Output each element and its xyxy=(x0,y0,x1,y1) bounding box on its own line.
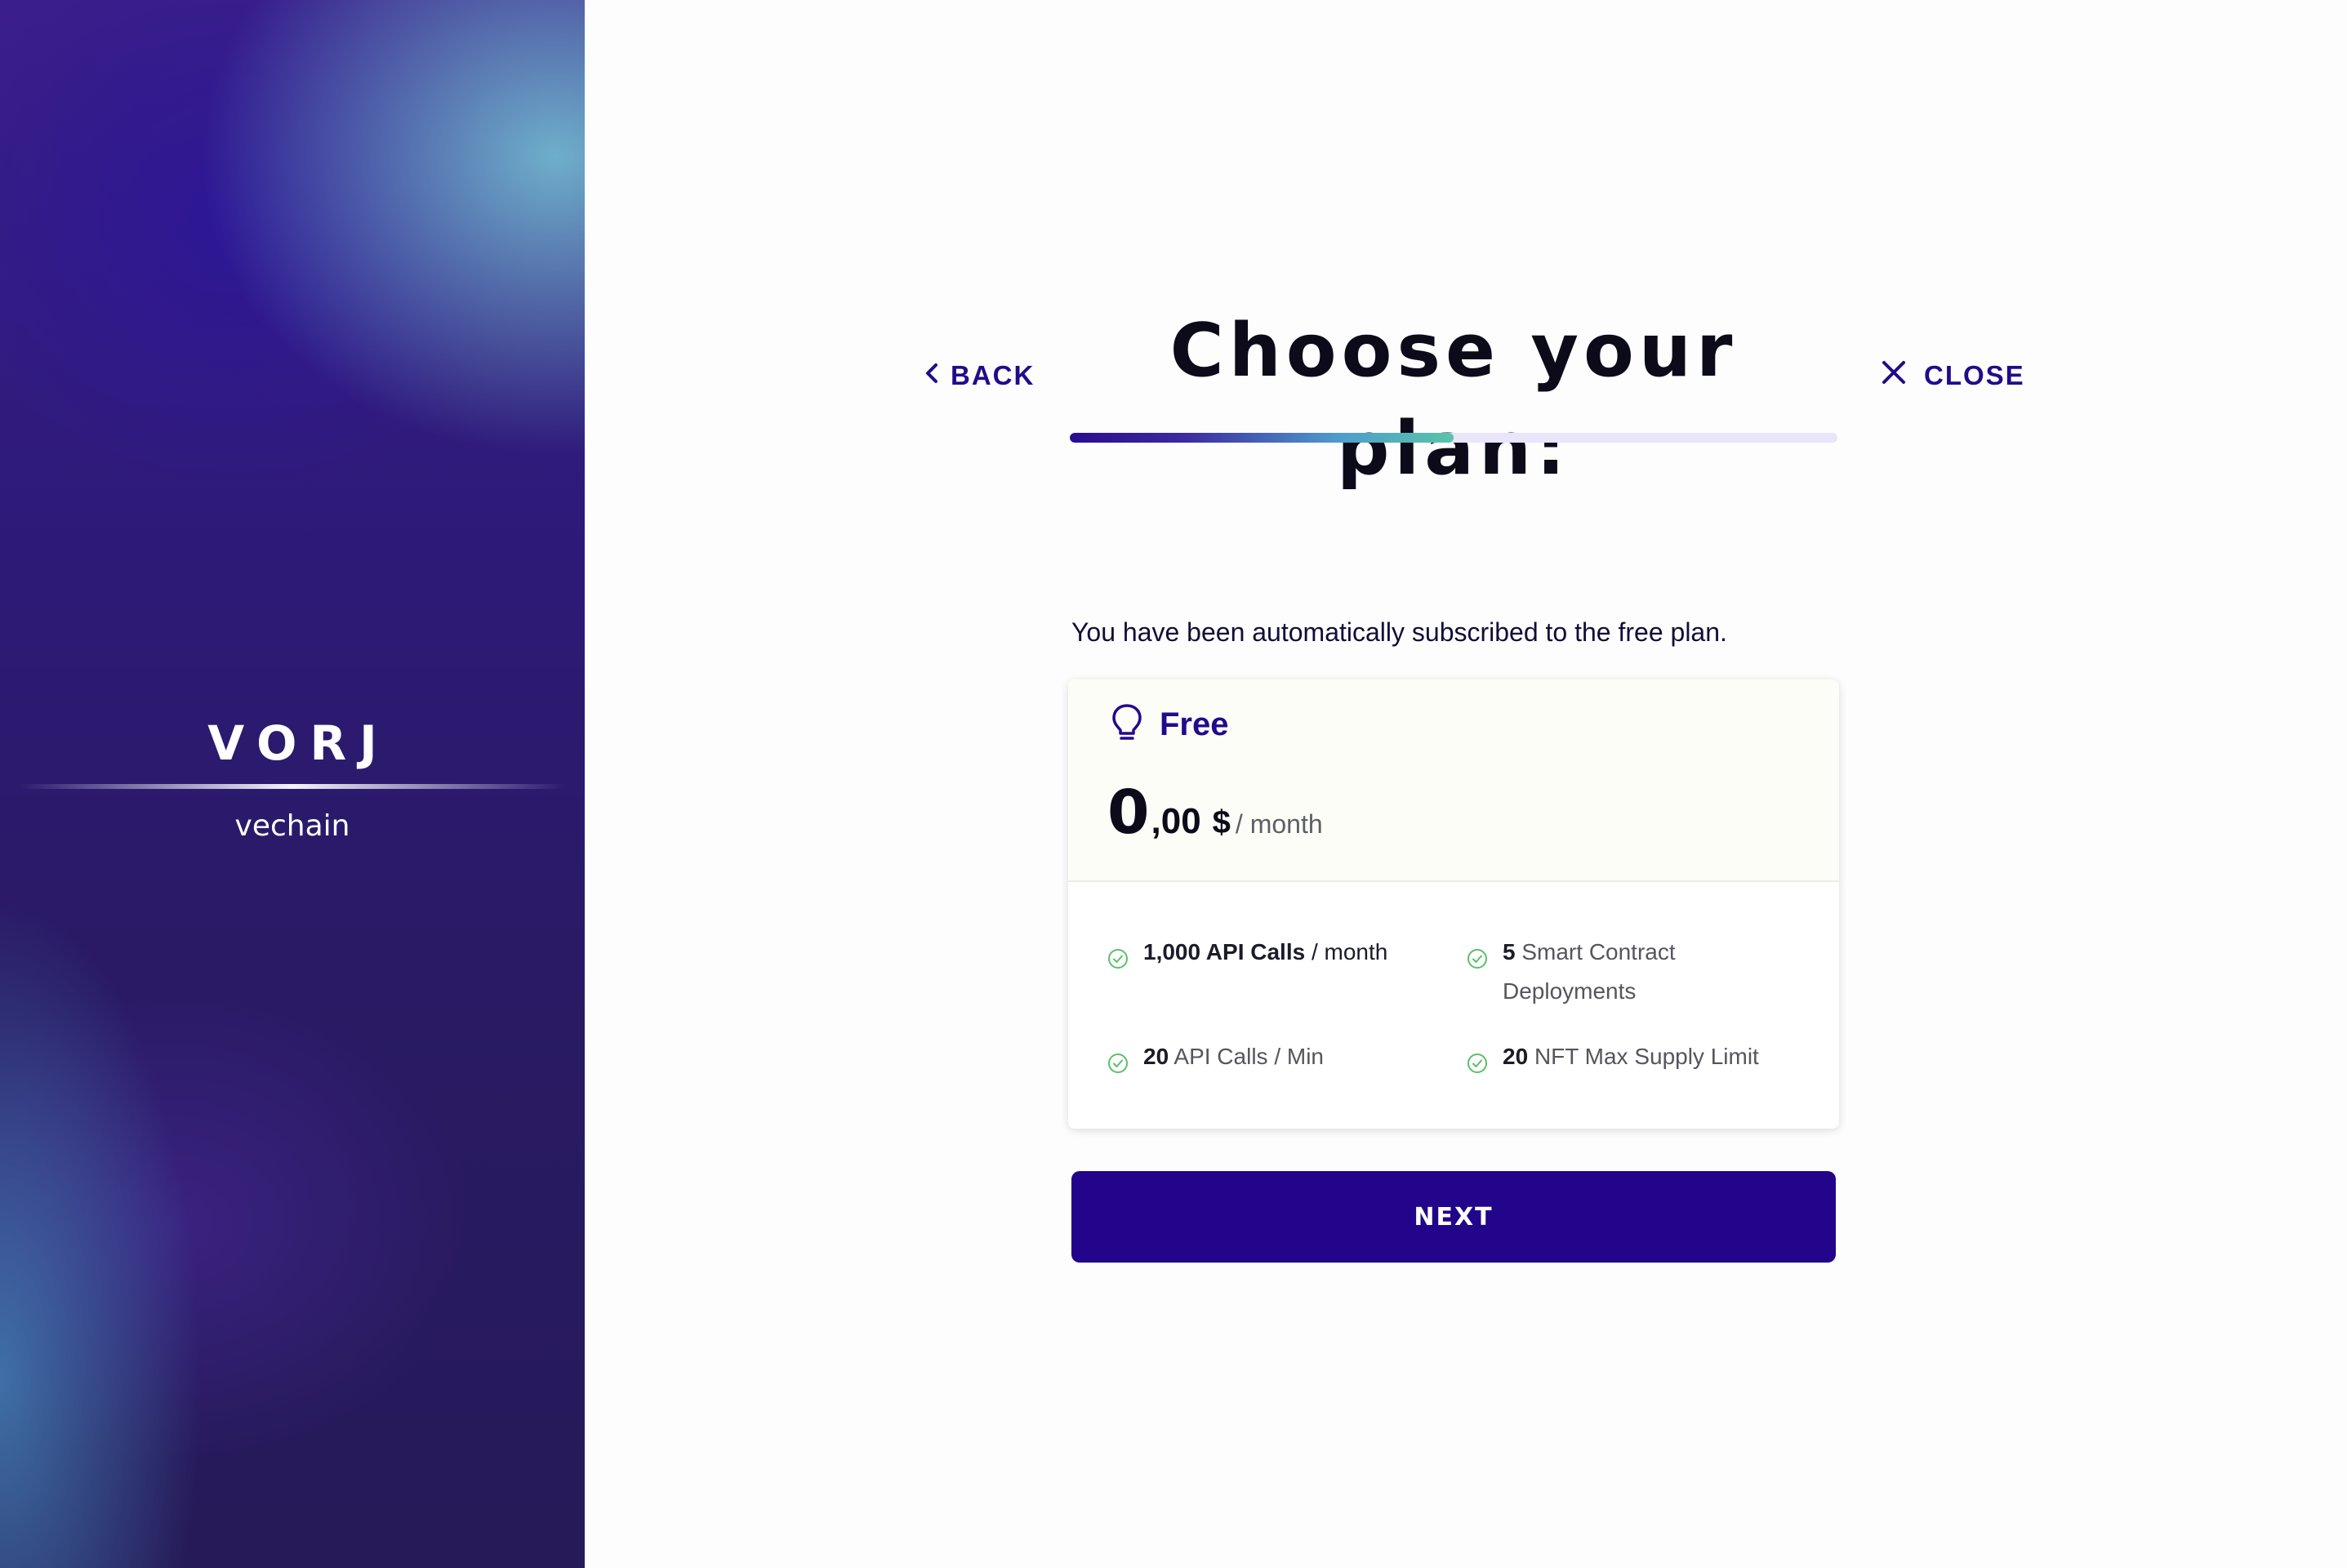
page-title: Choose your plan: xyxy=(1169,308,1738,492)
brand-divider xyxy=(19,784,566,789)
next-button[interactable]: NEXT xyxy=(1071,1171,1836,1263)
subscription-notice: You have been automatically subscribed t… xyxy=(1071,617,1727,647)
price-period: / month xyxy=(1235,809,1323,839)
feature-api-calls-month: 1,000 API Calls / month xyxy=(1107,933,1450,982)
feature-text: API Calls / Min xyxy=(1174,1044,1324,1069)
check-circle-icon xyxy=(1467,1047,1488,1086)
check-circle-icon xyxy=(1467,942,1488,982)
brand-block: VORJ vechain xyxy=(0,710,585,849)
brand-sidebar: VORJ vechain xyxy=(0,0,585,1568)
feature-api-calls-min: 20 API Calls / Min xyxy=(1107,1037,1450,1086)
progress-fill xyxy=(1070,433,1454,443)
back-button[interactable]: BACK xyxy=(924,356,1035,395)
plan-card-header: Free 0 ,00 $ / month xyxy=(1068,679,1839,882)
plan-name: Free xyxy=(1160,706,1229,742)
lightbulb-icon xyxy=(1111,702,1143,747)
feature-value: 5 xyxy=(1503,939,1516,964)
feature-text: NFT Max Supply Limit xyxy=(1534,1044,1759,1069)
plan-selection-page: VORJ vechain BACK Choose your plan: CLOS… xyxy=(0,0,2347,1568)
plan-price: 0 ,00 $ / month xyxy=(1107,777,1323,848)
price-decimal: ,00 xyxy=(1151,801,1201,841)
chevron-left-icon xyxy=(924,360,939,391)
plan-name-row: Free xyxy=(1111,702,1229,747)
close-label: CLOSE xyxy=(1924,360,2025,390)
feature-value: 20 xyxy=(1503,1044,1529,1069)
check-circle-icon xyxy=(1107,942,1129,982)
price-currency: $ xyxy=(1212,804,1231,840)
feature-value: 20 xyxy=(1143,1044,1169,1069)
plan-card-free[interactable]: Free 0 ,00 $ / month 1,000 API Calls / m… xyxy=(1068,679,1839,1129)
close-button[interactable]: CLOSE xyxy=(1882,356,2025,395)
back-label: BACK xyxy=(951,360,1035,390)
price-integer: 0 xyxy=(1107,777,1150,848)
feature-text: Smart Contract Deployments xyxy=(1503,939,1676,1004)
vorj-logo: VORJ xyxy=(207,715,390,771)
check-circle-icon xyxy=(1107,1047,1129,1086)
feature-nft-supply: 20 NFT Max Supply Limit xyxy=(1467,1037,1810,1086)
feature-value: 1,000 API Calls xyxy=(1143,939,1306,964)
progress-bar xyxy=(1070,433,1837,443)
feature-smart-contracts: 5 Smart Contract Deployments xyxy=(1467,933,1793,1011)
vechain-logo: vechain xyxy=(234,809,350,843)
feature-text: / month xyxy=(1311,939,1388,964)
close-icon xyxy=(1882,360,1906,391)
